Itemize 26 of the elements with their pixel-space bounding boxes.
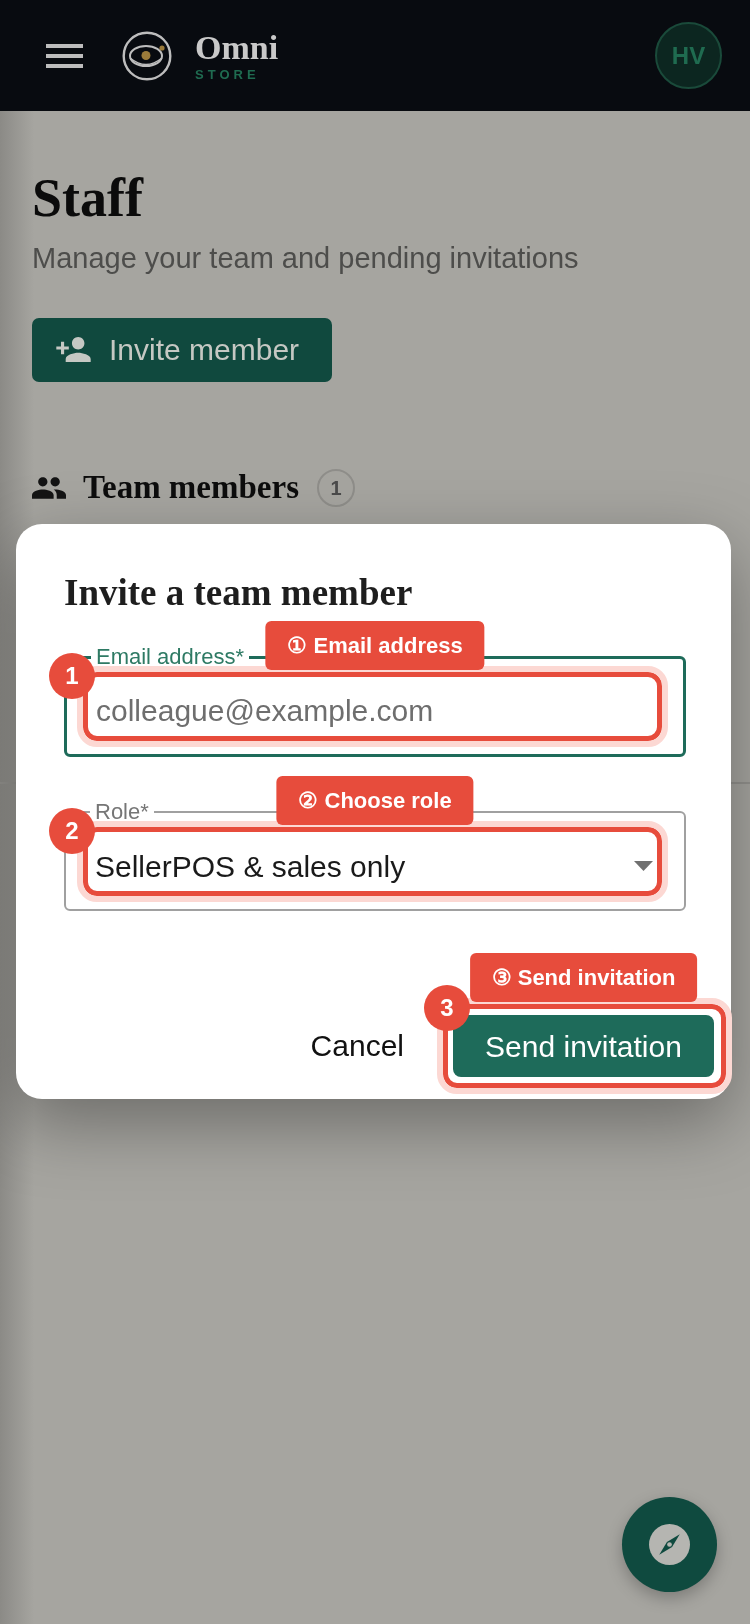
add-person-icon: [56, 337, 91, 363]
step-marker: 2: [49, 808, 95, 855]
page-title: Staff: [32, 167, 145, 230]
step-marker: 1: [49, 653, 95, 700]
invite-member-button[interactable]: Invite member: [32, 317, 332, 382]
eye-logo-icon: [122, 30, 172, 81]
field-label: Role*: [95, 801, 149, 824]
dialog-title: Invite a team member: [64, 571, 414, 615]
callout-label: ② Choose role: [276, 776, 474, 826]
people-icon: [32, 476, 66, 499]
callout-label: ① Email address: [265, 621, 485, 671]
cancel-button[interactable]: Cancel: [310, 1028, 404, 1065]
caret-down-icon: [634, 861, 653, 872]
compass-button[interactable]: [622, 1497, 717, 1592]
send-button[interactable]: Send invitation: [453, 1015, 714, 1078]
brand-tagline: STORE: [195, 67, 261, 81]
compass-icon: [649, 1524, 690, 1565]
callout-label: ③ Send invitation: [469, 953, 698, 1003]
section-title: Team members: [83, 467, 299, 507]
step-marker: 3: [424, 985, 470, 1032]
menu-icon[interactable]: [46, 43, 83, 68]
page-subtitle: Manage your team and pending invitations: [32, 240, 580, 276]
field-label: Email address*: [96, 646, 244, 669]
member-count: 1: [317, 468, 355, 507]
brand-name: Omni: [195, 30, 279, 65]
text-input[interactable]: colleague@example.com: [96, 668, 654, 755]
